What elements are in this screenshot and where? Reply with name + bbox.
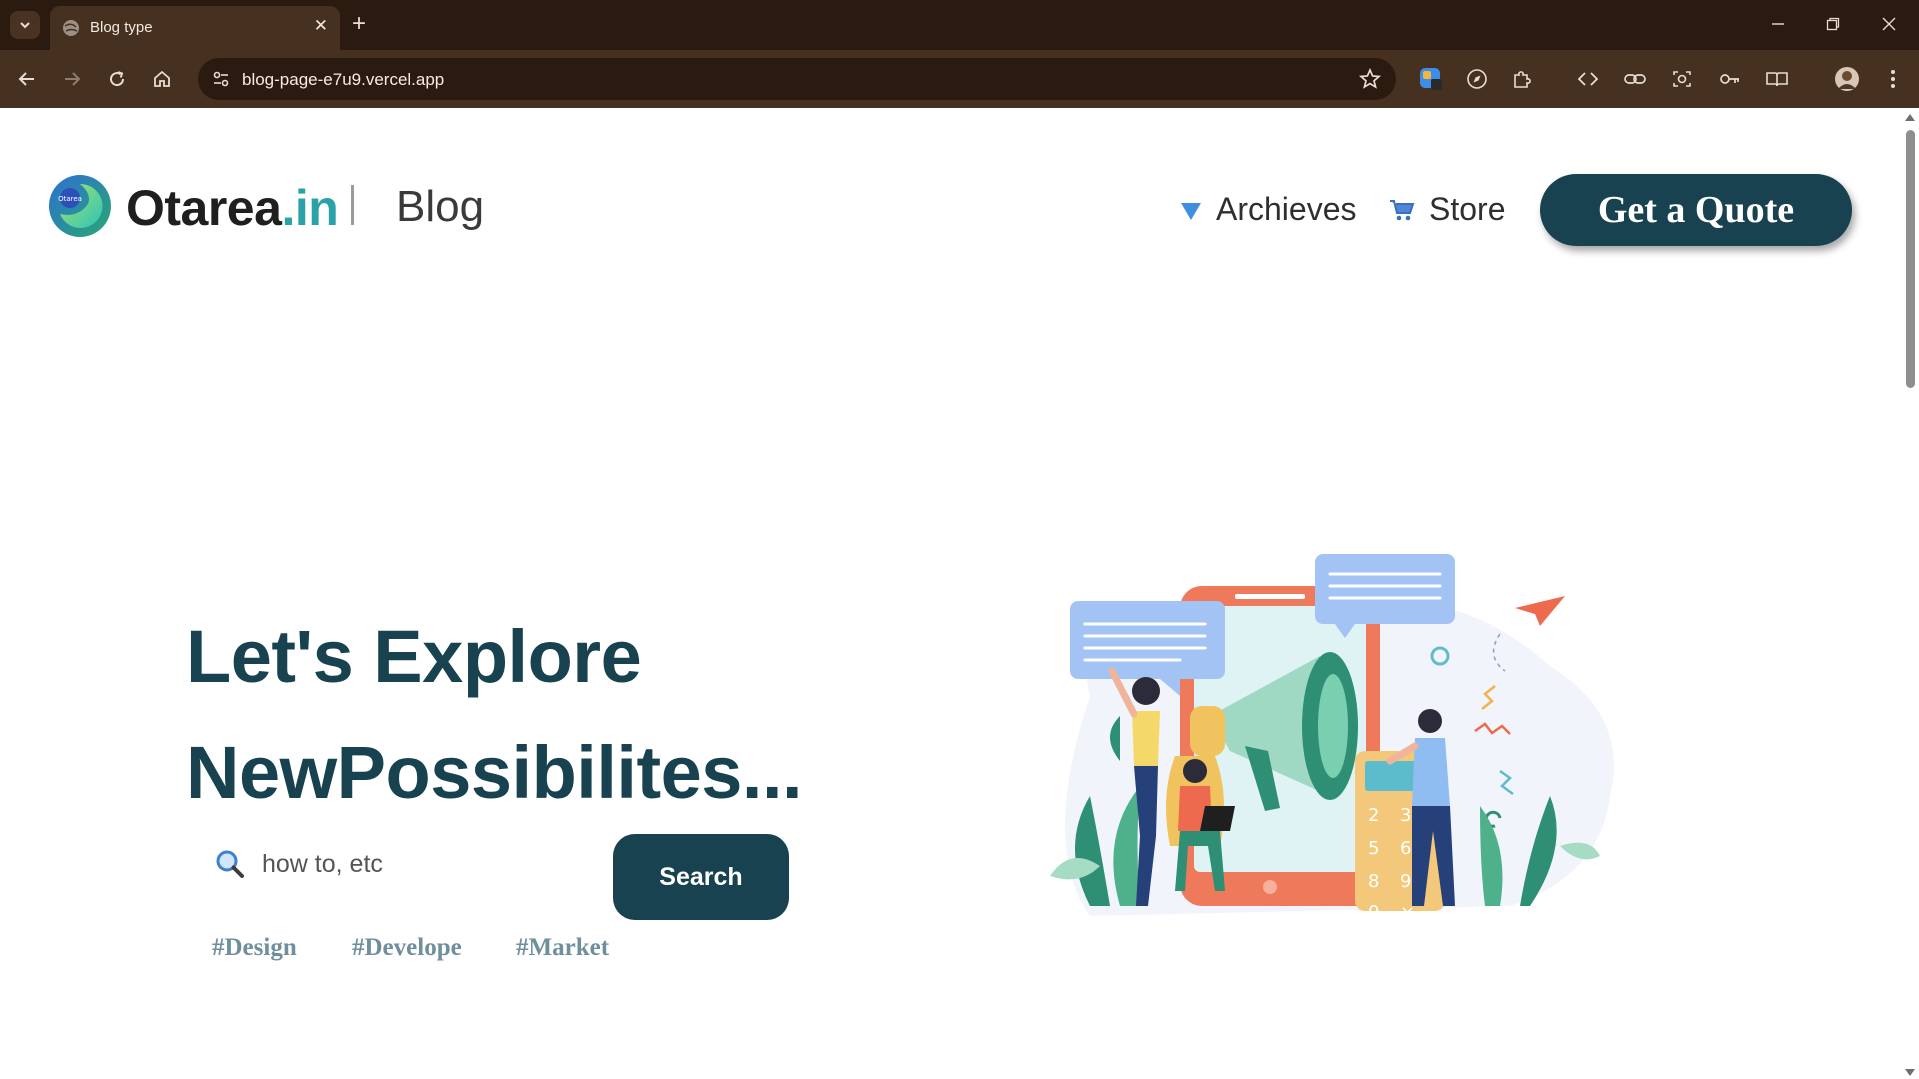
home-icon <box>154 70 170 87</box>
tab-close-icon[interactable]: ✕ <box>314 16 328 36</box>
extension-colorful-icon[interactable] <box>1416 64 1446 94</box>
scroll-up-arrow-icon[interactable] <box>1905 114 1915 121</box>
otarea-logo-icon[interactable]: Otarea <box>48 174 112 238</box>
devtools-button[interactable] <box>1573 64 1603 94</box>
link-icon <box>1624 74 1646 84</box>
search-input[interactable] <box>262 842 582 886</box>
minimize-button[interactable] <box>1763 10 1793 38</box>
browser-menu-button[interactable] <box>1878 64 1908 94</box>
avatar <box>1835 67 1859 91</box>
extensions-button[interactable] <box>1507 64 1537 94</box>
reload-icon <box>110 71 125 87</box>
get-a-quote-button[interactable]: Get a Quote <box>1540 174 1852 246</box>
page-scrollbar[interactable] <box>1902 108 1919 1079</box>
screenshot-button[interactable] <box>1667 64 1697 94</box>
brand-divider <box>351 185 354 225</box>
active-tab[interactable]: Blog type ✕ <box>50 6 340 50</box>
book-icon <box>1766 72 1788 87</box>
keypad-key: 5 <box>1368 838 1379 859</box>
keypad-key: 6 <box>1400 838 1411 859</box>
nav-item-archieves[interactable]: Archieves <box>1180 191 1357 228</box>
scroll-down-arrow-icon[interactable] <box>1905 1069 1915 1076</box>
new-tab-button[interactable]: + <box>352 10 366 38</box>
hero-heading-line-1: Let's Explore <box>186 615 642 698</box>
close-icon <box>1882 17 1896 31</box>
page-viewport: Otarea Otarea.in Blog Archieves Store Ge… <box>0 108 1919 1079</box>
nav-item-store[interactable]: Store <box>1389 191 1505 228</box>
reading-mode-button[interactable] <box>1762 64 1792 94</box>
compass-icon <box>1467 69 1487 89</box>
back-button[interactable] <box>12 64 42 94</box>
keypad-key: 9 <box>1400 871 1411 892</box>
logo-mark-text: Otarea <box>58 195 82 203</box>
tag-develope[interactable]: #Develope <box>352 934 462 962</box>
site-settings-icon[interactable] <box>210 68 232 90</box>
restore-button[interactable] <box>1818 10 1848 38</box>
marketing-megaphone-illustration: 2 3 5 6 8 9 0 × <box>1050 554 1614 923</box>
search-button[interactable]: Search <box>613 834 789 920</box>
reload-button[interactable] <box>102 64 132 94</box>
camera-icon <box>1673 71 1691 87</box>
globe-icon <box>63 20 79 36</box>
arrow-right-icon <box>65 72 81 86</box>
code-icon <box>1577 72 1599 86</box>
address-bar[interactable]: blog-page-e7u9.vercel.app <box>198 58 1396 100</box>
home-button[interactable] <box>147 64 177 94</box>
tab-title: Blog type <box>90 19 153 36</box>
restore-icon <box>1826 17 1840 31</box>
more-vertical-icon <box>1891 70 1895 88</box>
keypad-key: 2 <box>1368 805 1379 826</box>
profile-button[interactable] <box>1832 64 1862 94</box>
section-title: Blog <box>396 182 485 231</box>
chevron-down-icon <box>20 22 30 29</box>
url-text: blog-page-e7u9.vercel.app <box>242 70 445 89</box>
compass-extension-button[interactable] <box>1462 64 1492 94</box>
password-manager-button[interactable] <box>1715 64 1745 94</box>
tab-search-button[interactable] <box>10 11 40 39</box>
browser-toolbar: blog-page-e7u9.vercel.app <box>0 50 1919 139</box>
bookmark-star-icon[interactable] <box>1358 67 1382 91</box>
search-icon <box>216 850 244 878</box>
cart-icon <box>1390 199 1415 220</box>
hero-heading-line-2: NewPossibilites... <box>186 731 803 814</box>
minimize-icon <box>1772 23 1784 25</box>
puzzle-icon <box>1514 71 1531 88</box>
scroll-thumb[interactable] <box>1906 130 1915 388</box>
triangle-down-icon <box>1181 202 1201 220</box>
brand-name-text: Otarea <box>126 180 282 236</box>
keypad-key: 3 <box>1400 805 1411 826</box>
forward-button[interactable] <box>57 64 87 94</box>
keypad-key: 0 <box>1368 902 1379 923</box>
browser-tab-strip: Blog type ✕ + <box>0 0 1919 50</box>
brand-name[interactable]: Otarea.in <box>126 179 339 237</box>
key-icon <box>1720 74 1739 84</box>
tag-design[interactable]: #Design <box>212 934 297 962</box>
arrow-left-icon <box>18 72 34 86</box>
nav-label-store: Store <box>1429 191 1506 227</box>
tag-market[interactable]: #Market <box>516 934 609 962</box>
search-field[interactable] <box>206 834 606 894</box>
keypad-key: 8 <box>1368 871 1379 892</box>
brand-tld: .in <box>281 180 339 236</box>
copy-link-button[interactable] <box>1620 64 1650 94</box>
nav-label-archieves: Archieves <box>1216 191 1357 227</box>
close-window-button[interactable] <box>1874 10 1904 38</box>
extension-app-icon <box>1420 68 1442 90</box>
